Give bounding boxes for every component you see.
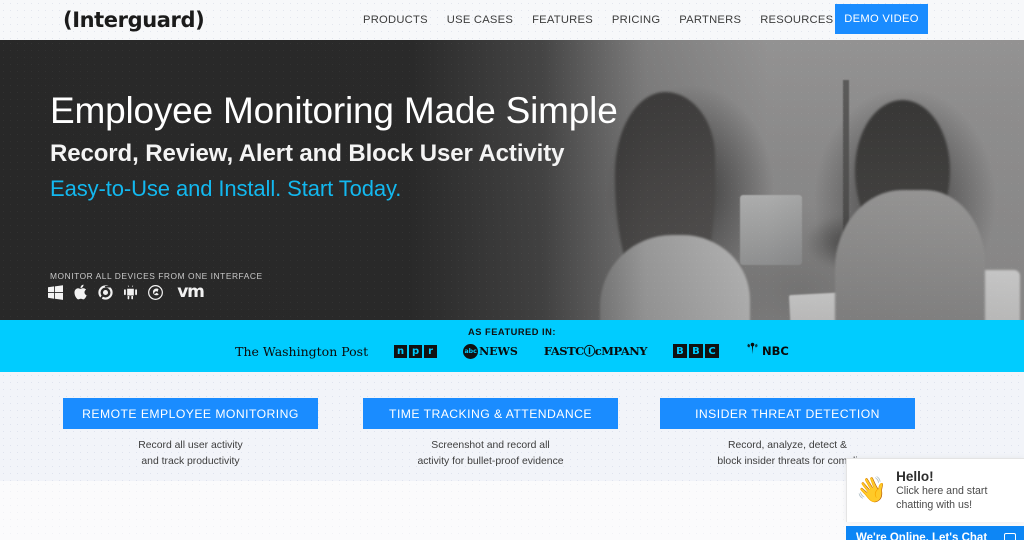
vmware-icon: vm	[177, 283, 221, 301]
press-logo-list: The Washington Post n p r abc NEWS FASTC…	[0, 342, 1024, 360]
apple-icon	[74, 284, 87, 300]
npr-letter-n: n	[394, 344, 408, 358]
hero-tagline: Easy-to-Use and Install. Start Today.	[50, 176, 402, 202]
nav-item-partners[interactable]: PARTNERS	[679, 14, 741, 26]
washington-post-logo: The Washington Post	[235, 343, 369, 359]
nav-item-pricing[interactable]: PRICING	[612, 14, 660, 26]
npr-letter-p: p	[409, 344, 423, 358]
hero-section: Employee Monitoring Made Simple Record, …	[0, 40, 1024, 320]
hero-headline: Employee Monitoring Made Simple	[50, 90, 618, 131]
chrome-icon	[98, 284, 113, 300]
feature-description-time-tracking: Screenshot and record all activity for b…	[417, 440, 564, 467]
hero-text-block: Employee Monitoring Made Simple Record, …	[50, 90, 618, 202]
site-header: (Interguard) PRODUCTS USE CASES FEATURES…	[0, 0, 1024, 40]
hero-subheadline: Record, Review, Alert and Block User Act…	[50, 140, 565, 168]
nav-item-products[interactable]: PRODUCTS	[363, 14, 428, 26]
devices-label: MONITOR ALL DEVICES FROM ONE INTERFACE	[50, 271, 263, 281]
chat-greeting-message: Click here and start chatting with us!	[896, 484, 988, 511]
as-featured-title: AS FEATURED IN:	[468, 327, 556, 337]
waving-hand-icon: 👋	[856, 476, 888, 504]
feature-card-remote-monitoring: REMOTE EMPLOYEE MONITORING Record all us…	[63, 398, 318, 469]
nbc-logo: NBC	[745, 342, 789, 360]
feature-button-insider-threat[interactable]: INSIDER THREAT DETECTION	[660, 398, 915, 429]
npr-logo: n p r	[394, 344, 438, 358]
windows-icon	[48, 284, 63, 300]
feature-button-remote-monitoring[interactable]: REMOTE EMPLOYEE MONITORING	[63, 398, 318, 429]
nav-item-features[interactable]: FEATURES	[532, 14, 593, 26]
android-icon	[124, 284, 137, 300]
citrix-icon	[148, 284, 163, 300]
bbc-letter-b1: B	[672, 344, 687, 358]
bbc-letter-b2: B	[688, 344, 703, 358]
feature-card-time-tracking: TIME TRACKING & ATTENDANCE Screenshot an…	[363, 398, 618, 469]
chat-greeting-title: Hello!	[896, 468, 934, 484]
nav-item-resources[interactable]: RESOURCES	[760, 14, 833, 26]
nav-item-use-cases[interactable]: USE CASES	[447, 14, 513, 26]
svg-text:vm: vm	[177, 283, 204, 301]
as-featured-band: AS FEATURED IN: The Washington Post n p …	[0, 320, 1024, 372]
chat-greeting-text: Hello! Click here and start chatting wit…	[896, 469, 1015, 513]
site-logo[interactable]: (Interguard)	[63, 8, 205, 32]
npr-letter-r: r	[424, 344, 438, 358]
fast-company-logo: FASTCⒾcMPANY	[543, 344, 648, 358]
landing-page: (Interguard) PRODUCTS USE CASES FEATURES…	[0, 0, 1024, 540]
feature-button-time-tracking[interactable]: TIME TRACKING & ATTENDANCE	[363, 398, 618, 429]
feature-description-remote-monitoring: Record all user activity and track produ…	[138, 440, 243, 467]
chat-widget: 👋 Hello! Click here and start chatting w…	[846, 458, 1024, 540]
device-icon-list: vm	[48, 283, 221, 301]
nbc-text: NBC	[761, 344, 789, 358]
bbc-logo: B B C	[672, 344, 719, 358]
bbc-letter-c: C	[704, 344, 719, 358]
chat-bubble-icon	[1004, 532, 1016, 540]
chat-online-bar[interactable]: We're Online, Let's Chat	[846, 526, 1024, 540]
abc-news-logo: abc NEWS	[463, 343, 518, 359]
chat-online-label: We're Online, Let's Chat	[856, 532, 988, 540]
demo-video-button[interactable]: DEMO VIDEO	[835, 4, 928, 34]
abc-circle-mark: abc	[463, 343, 479, 359]
abc-news-text: NEWS	[479, 344, 518, 358]
main-navigation: PRODUCTS USE CASES FEATURES PRICING PART…	[363, 14, 910, 26]
chat-greeting-bubble[interactable]: 👋 Hello! Click here and start chatting w…	[846, 458, 1024, 522]
nbc-peacock-icon	[745, 342, 760, 360]
